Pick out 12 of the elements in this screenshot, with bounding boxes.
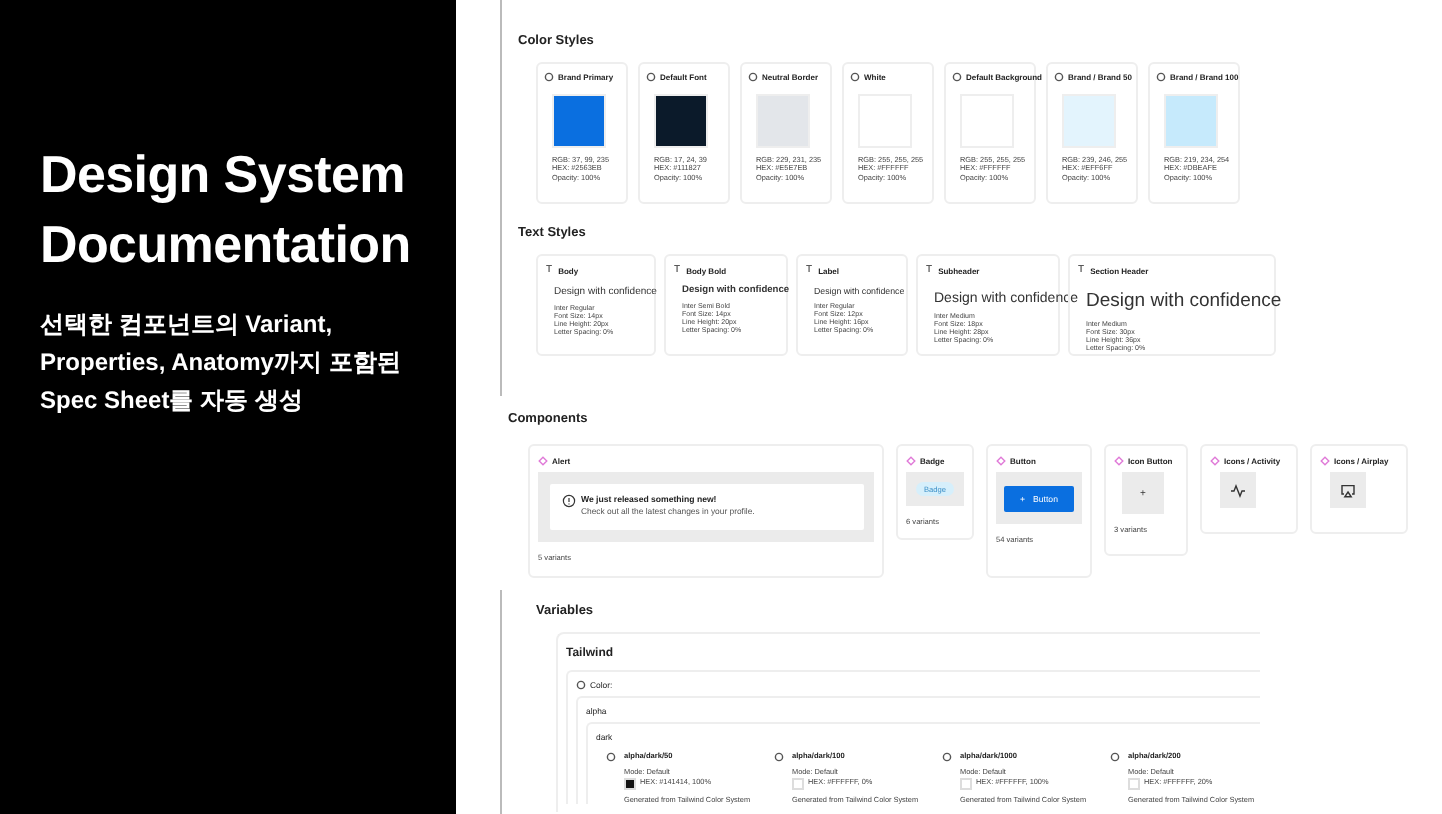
airplay-icon	[1340, 483, 1356, 497]
text-sample: Design with confidence	[1086, 290, 1282, 316]
component-icon	[538, 456, 548, 466]
component-icon	[1320, 456, 1330, 466]
info-icon	[561, 494, 575, 508]
component-icon	[906, 456, 916, 466]
component-icon	[996, 456, 1006, 466]
page-subtitle: 선택한 컴포넌트의 Variant, Properties, Anatomy까지 포함된 Spec Sheet를 자동 생성	[40, 308, 403, 418]
component-icon	[1210, 456, 1220, 466]
page-title: Design System Documentation	[40, 142, 413, 278]
component-icon	[1114, 456, 1124, 466]
activity-icon	[1230, 483, 1246, 497]
